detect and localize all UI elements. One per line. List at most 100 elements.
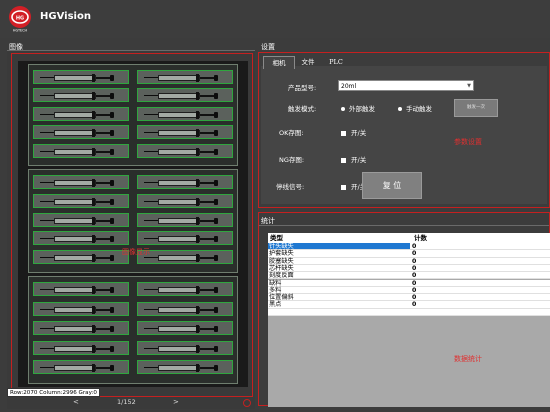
- defect-count-cell: 0: [410, 250, 550, 258]
- previous-image-button[interactable]: <: [73, 398, 79, 406]
- syringe-flange: [92, 110, 95, 119]
- table-row[interactable]: 芯杆缺失 0: [268, 264, 550, 273]
- syringe-barrel: [54, 365, 96, 372]
- defect-type-cell: 胶塞缺失: [268, 257, 410, 265]
- syringe-needle: [40, 95, 54, 97]
- syringe-cap: [110, 93, 114, 100]
- syringe-cap: [110, 198, 114, 205]
- syringe-plunger: [200, 257, 214, 260]
- detection-box: [137, 70, 233, 84]
- radio-dot-icon: [398, 107, 402, 111]
- syringe-flange: [196, 197, 199, 206]
- ok-save-label: OK存图:: [279, 129, 304, 137]
- table-row[interactable]: 护套缺失 0: [268, 250, 550, 258]
- syringe-needle: [40, 113, 54, 115]
- tab-camera[interactable]: 相机: [263, 56, 295, 69]
- syringe-plunger: [96, 150, 110, 153]
- table-row[interactable]: 刻度反面 0: [268, 272, 550, 280]
- trigger-once-button[interactable]: 触发一次: [454, 99, 498, 117]
- syringe-plunger: [96, 132, 110, 135]
- syringe-plunger: [96, 219, 110, 222]
- detection-box: [137, 212, 233, 227]
- radio-dot-icon: [341, 107, 345, 111]
- next-image-button[interactable]: >: [173, 398, 179, 406]
- image-display-annotation: 图像显示: [122, 248, 150, 256]
- syringe-needle: [40, 347, 54, 349]
- syringe-cap: [110, 326, 114, 333]
- syringe-needle: [144, 308, 158, 310]
- syringe-barrel: [54, 75, 96, 81]
- radio-external-trigger[interactable]: 外部触发: [341, 103, 375, 113]
- syringe-cap: [214, 180, 218, 186]
- syringe-plunger: [96, 367, 110, 370]
- syringe-plunger: [200, 113, 214, 116]
- table-row[interactable]: 多料 0: [268, 286, 550, 295]
- ok-save-toggle[interactable]: 开/关: [341, 127, 366, 137]
- table-row[interactable]: 针头缺失 0: [268, 243, 550, 251]
- defect-count-cell: 0: [410, 264, 550, 273]
- syringe-needle: [144, 238, 158, 240]
- camera-image-view[interactable]: 图像显示: [18, 61, 248, 387]
- table-row[interactable]: 位置偏斜 0: [268, 294, 550, 302]
- svg-text:HG: HG: [16, 16, 24, 22]
- syringe-needle: [40, 367, 54, 369]
- checkbox-icon: [341, 130, 346, 136]
- syringe-needle: [40, 238, 54, 240]
- syringe-flange: [196, 364, 199, 373]
- syringe-flange: [92, 179, 95, 187]
- product-model-select[interactable]: 20ml ▼: [338, 80, 474, 91]
- detection-box: [137, 340, 233, 355]
- syringe-cap: [110, 180, 114, 186]
- syringe-cap: [214, 148, 218, 155]
- column-header-count[interactable]: 计数: [410, 233, 550, 243]
- syringe-barrel: [54, 345, 96, 352]
- detection-box: [33, 250, 129, 265]
- syringe-needle: [144, 257, 158, 259]
- column-header-type[interactable]: 类型: [268, 233, 410, 243]
- syringe-plunger: [200, 238, 214, 241]
- settings-annotation: 参数设置: [454, 138, 482, 146]
- table-row[interactable]: 黑点 0: [268, 301, 550, 309]
- ng-save-toggle[interactable]: 开/关: [341, 154, 366, 164]
- detection-box: [33, 360, 129, 375]
- syringe-cap: [214, 217, 218, 224]
- table-row[interactable]: 缺料 0: [268, 279, 550, 287]
- syringe-cap: [110, 236, 114, 243]
- syringe-flange: [196, 216, 199, 225]
- syringe-barrel: [158, 217, 200, 224]
- syringe-needle: [144, 219, 158, 221]
- syringe-flange: [196, 179, 199, 187]
- pixel-readout: Row:2070 Column:2996 Gray:0: [7, 388, 100, 397]
- syringe-flange: [92, 344, 95, 353]
- syringe-flange: [196, 254, 199, 263]
- tab-plc[interactable]: PLC: [325, 56, 347, 69]
- ng-save-toggle-label: 开/关: [351, 156, 367, 164]
- syringe-barrel: [54, 236, 96, 243]
- syringe-flange: [92, 235, 95, 244]
- syringe-plunger: [200, 289, 214, 291]
- table-row[interactable]: [268, 308, 550, 316]
- hgtech-logo: HG HGTECH: [8, 6, 32, 32]
- syringe-barrel: [54, 217, 96, 224]
- settings-panel-title: 设置: [261, 43, 275, 51]
- detection-box: [33, 301, 129, 316]
- syringe-barrel: [158, 306, 200, 313]
- reset-button[interactable]: 复 位: [362, 172, 422, 199]
- refresh-icon[interactable]: [243, 399, 251, 407]
- syringe-barrel: [158, 130, 200, 137]
- syringe-plunger: [200, 200, 214, 203]
- syringe-barrel: [158, 365, 200, 372]
- syringe-plunger: [200, 77, 214, 79]
- syringe-plunger: [96, 289, 110, 291]
- syringe-barrel: [54, 148, 96, 155]
- defect-count-cell: 0: [410, 279, 550, 287]
- detection-box: [33, 212, 129, 227]
- table-row[interactable]: 胶塞缺失 0: [268, 257, 550, 265]
- syringe-flange: [92, 216, 95, 225]
- external-trigger-label: 外部触发: [349, 105, 375, 113]
- tab-file[interactable]: 文件: [297, 56, 319, 69]
- detection-box: [33, 88, 129, 103]
- radio-manual-trigger[interactable]: 手动触发: [398, 103, 432, 113]
- syringe-needle: [144, 113, 158, 115]
- syringe-cap: [110, 148, 114, 155]
